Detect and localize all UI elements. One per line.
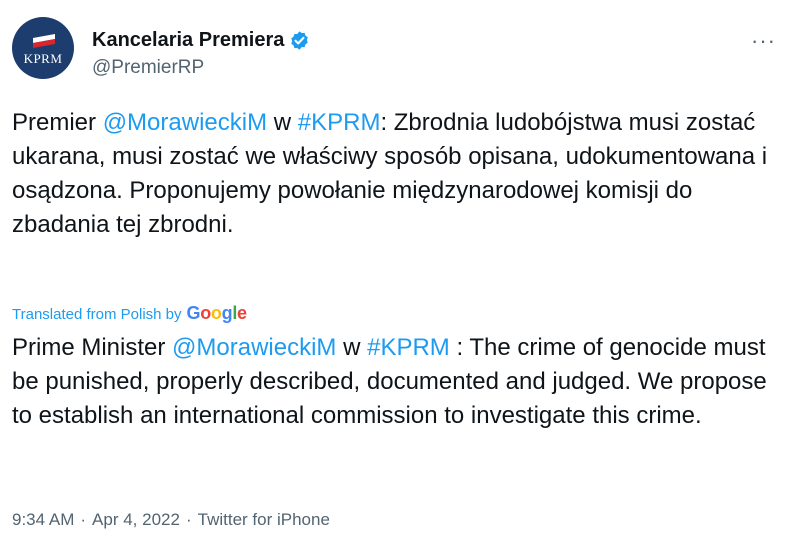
mention-link[interactable]: @MorawieckiM <box>172 334 336 361</box>
verified-badge-icon <box>291 31 309 50</box>
google-logo: Google <box>186 303 248 323</box>
tweet-text-segment: Prime Minister <box>12 334 173 361</box>
avatar[interactable]: KPRM <box>12 17 74 79</box>
meta-separator: · <box>185 510 192 529</box>
tweet-meta: 9:34 AM · Apr 4, 2022 · Twitter for iPhone <box>12 510 330 530</box>
tweet-time[interactable]: 9:34 AM <box>12 510 74 529</box>
mention-link[interactable]: @MorawieckiM <box>103 109 267 136</box>
tweet-text-segment: w <box>336 334 368 361</box>
translation-attribution[interactable]: Translated from Polish by Google <box>12 303 247 324</box>
meta-separator: · <box>80 510 87 529</box>
tweet-translation-text: Prime Minister @MorawieckiM w #KPRM : Th… <box>12 331 782 433</box>
author-name-row: Kancelaria Premiera <box>92 29 310 52</box>
tweet-text-segment: Premier <box>12 109 103 136</box>
more-options-icon[interactable]: ··· <box>751 30 776 52</box>
avatar-text: KPRM <box>23 51 63 66</box>
tweet-date[interactable]: Apr 4, 2022 <box>92 510 180 529</box>
tweet-source: Twitter for iPhone <box>197 510 330 529</box>
translation-note: Translated from Polish by <box>12 306 182 323</box>
display-name[interactable]: Kancelaria Premiera <box>92 29 284 52</box>
hashtag-link[interactable]: #KPRM <box>367 334 450 361</box>
hashtag-link[interactable]: #KPRM <box>298 109 381 136</box>
tweet-text-segment: w <box>267 109 298 136</box>
tweet-original-text: Premier @MorawieckiM w #KPRM: Zbrodnia l… <box>12 106 782 242</box>
handle[interactable]: @PremierRP <box>92 57 204 79</box>
